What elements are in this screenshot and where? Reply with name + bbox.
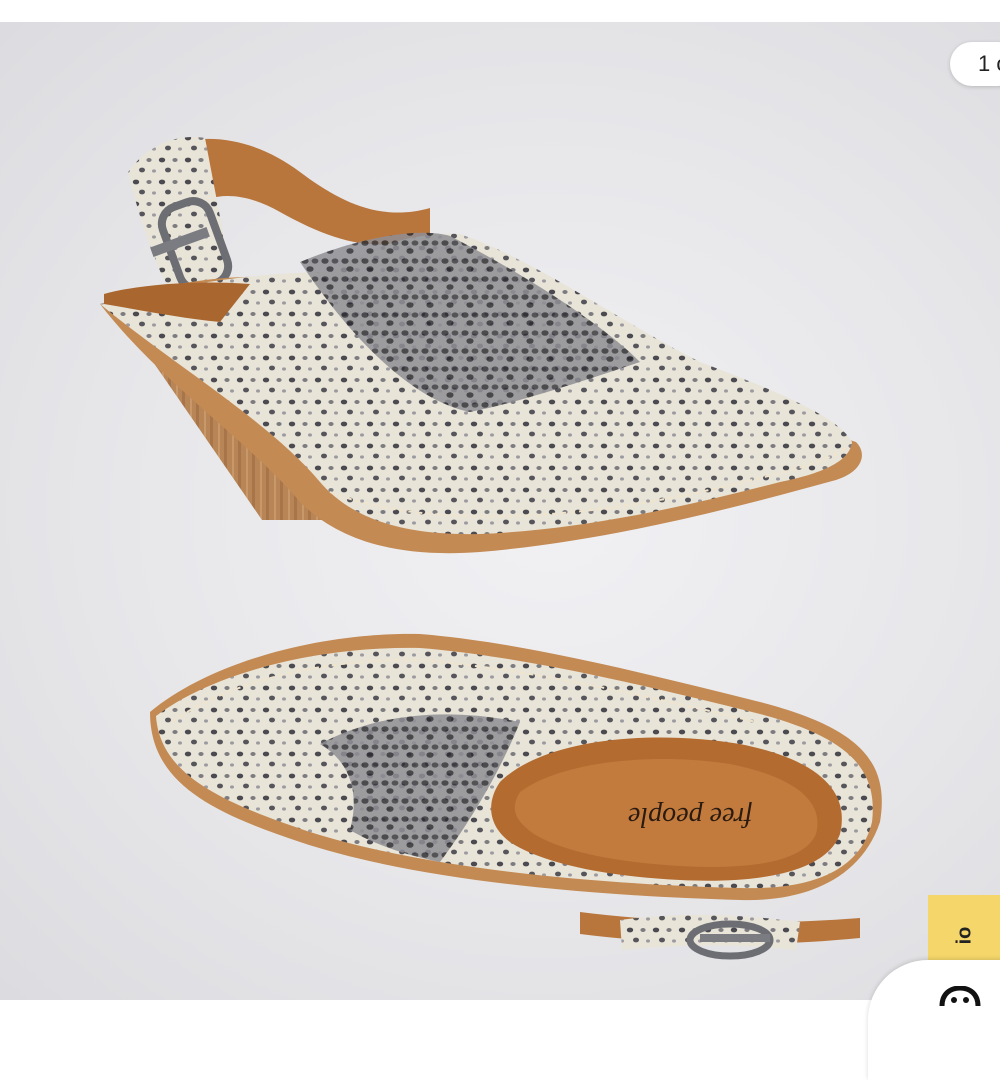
image-counter: 1 o [950,42,1000,86]
floating-action-button[interactable] [868,960,1000,1080]
insole-brand-text: free people [628,801,752,832]
image-counter-text: 1 o [978,51,1000,76]
promo-badge-text: io [953,926,976,944]
bag-icon [939,986,981,1006]
bottom-shoe: free people [150,633,882,960]
top-shoe [100,137,862,554]
product-photo[interactable]: free people [0,22,1000,1000]
